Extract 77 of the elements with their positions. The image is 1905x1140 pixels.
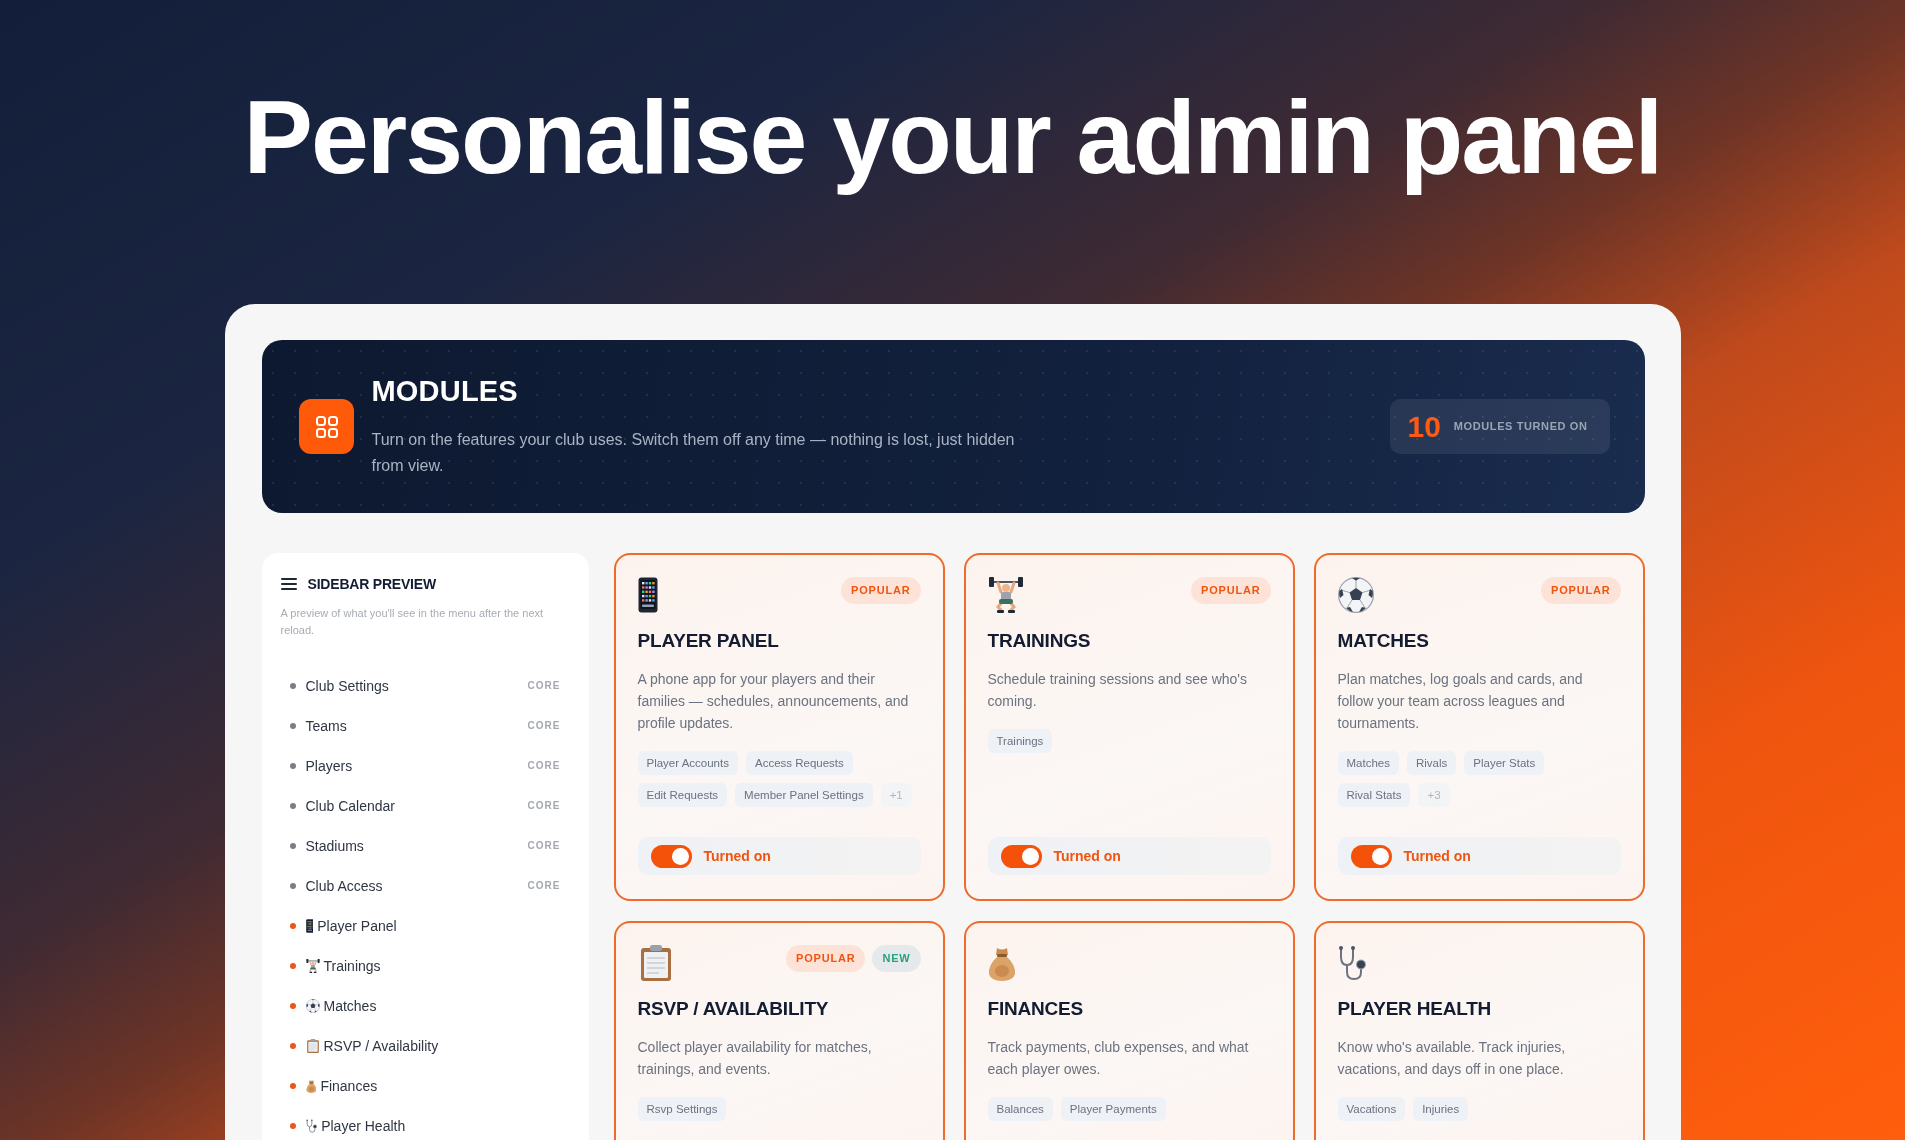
card-description: Plan matches, log goals and cards, and follow your team across leagues and tournaments. (1337, 670, 1584, 733)
sidebar-item: Trainings (323, 957, 381, 975)
toggle-label: Turned on (703, 849, 771, 863)
card-title: FINANCES (987, 997, 1084, 1021)
feature-tag: Player Accounts (637, 751, 738, 775)
money-bag-icon (305, 1079, 317, 1093)
money-bag-icon (987, 945, 1016, 981)
card-description: Track payments, club expenses, and what each player owes. (987, 1038, 1250, 1079)
card-title: PLAYER PANEL (637, 629, 780, 653)
toggle-switch[interactable] (650, 844, 692, 868)
card-description: Collect player availability for matches, trainings, and events. (637, 1038, 873, 1079)
popular-badge: POPULAR (841, 577, 921, 604)
card-description: Know who's available. Track injuries, vacations, and days off in one place. (1337, 1038, 1567, 1079)
popular-badge: POPULAR (1541, 577, 1621, 604)
more-tags-count: +3 (1418, 783, 1450, 807)
stethoscope-icon (305, 1119, 318, 1133)
soccer-ball-icon (305, 999, 320, 1013)
core-label: CORE (527, 801, 561, 811)
feature-tag: Player Stats (1464, 751, 1545, 775)
feature-tag: Rivals (1406, 751, 1457, 775)
new-badge: NEW (872, 945, 921, 972)
card-title: TRAININGS (987, 629, 1092, 653)
feature-tag: Balances (987, 1097, 1053, 1121)
toggle-switch[interactable] (1350, 844, 1392, 868)
toggle-label: Turned on (1053, 849, 1121, 863)
card-description: A phone app for your players and their families — schedules, announcements, and profile updates. (637, 670, 910, 733)
sidebar-item: Stadiums (305, 837, 364, 855)
sidebar-item: Club Settings (305, 677, 389, 695)
stethoscope-icon (1337, 945, 1368, 981)
sidebar-item: Club Calendar (305, 797, 395, 815)
page-title: Personalise your admin panel (242, 78, 1663, 197)
toggle-switch[interactable] (1000, 844, 1042, 868)
sidebar-item: RSVP / Availability (323, 1037, 439, 1055)
core-label: CORE (527, 881, 561, 891)
feature-tag: Vacations (1337, 1097, 1406, 1121)
sidebar-item: Player Panel (317, 917, 397, 935)
card-title: PLAYER HEALTH (1337, 997, 1493, 1021)
phone-icon (637, 577, 658, 613)
feature-tag: Edit Requests (637, 783, 728, 807)
card-title: RSVP / AVAILABILITY (637, 997, 830, 1021)
section-title: MODULES (371, 374, 518, 407)
feature-tag: Access Requests (745, 751, 853, 775)
feature-tag: Injuries (1413, 1097, 1469, 1121)
popular-badge: POPULAR (786, 945, 866, 972)
feature-tag: Player Payments (1060, 1097, 1166, 1121)
core-label: CORE (527, 681, 561, 691)
sidebar-item: Club Access (305, 877, 383, 895)
count-value: 10 (1407, 411, 1441, 442)
weightlifter-icon (305, 959, 320, 973)
phone-icon (305, 919, 314, 933)
sidebar-item: Matches (323, 997, 377, 1015)
sidebar-item: Finances (320, 1077, 378, 1095)
clipboard-icon (305, 1039, 320, 1053)
card-title: MATCHES (1337, 629, 1430, 653)
popular-badge: POPULAR (1191, 577, 1271, 604)
weightlifter-icon (987, 577, 1024, 613)
core-label: CORE (527, 721, 561, 731)
toggle-label: Turned on (1403, 849, 1471, 863)
feature-tag: Rival Stats (1337, 783, 1411, 807)
core-label: CORE (527, 761, 561, 771)
grid-icon (298, 399, 354, 454)
section-description: Turn on the features your club uses. Switch them off any time — nothing is lost, just hidden from view. (371, 429, 1016, 476)
feature-tag: Matches (1337, 751, 1399, 775)
sidebar-preview-title: SIDEBAR PREVIEW (307, 575, 436, 594)
core-label: CORE (527, 841, 561, 851)
feature-tag: Member Panel Settings (735, 783, 873, 807)
feature-tag: Trainings (987, 729, 1053, 753)
sidebar-item: Teams (305, 717, 347, 735)
menu-icon (280, 578, 297, 590)
card-description: Schedule training sessions and see who's coming. (987, 670, 1248, 711)
soccer-ball-icon (1337, 577, 1374, 613)
sidebar-item: Player Health (321, 1117, 406, 1135)
sidebar-preview-description: A preview of what you'll see in the menu after the next reload. (280, 606, 545, 638)
count-label: MODULES TURNED ON (1453, 421, 1588, 432)
feature-tag: Rsvp Settings (637, 1097, 727, 1121)
more-tags-count: +1 (880, 783, 912, 807)
sidebar-item: Players (305, 757, 353, 775)
